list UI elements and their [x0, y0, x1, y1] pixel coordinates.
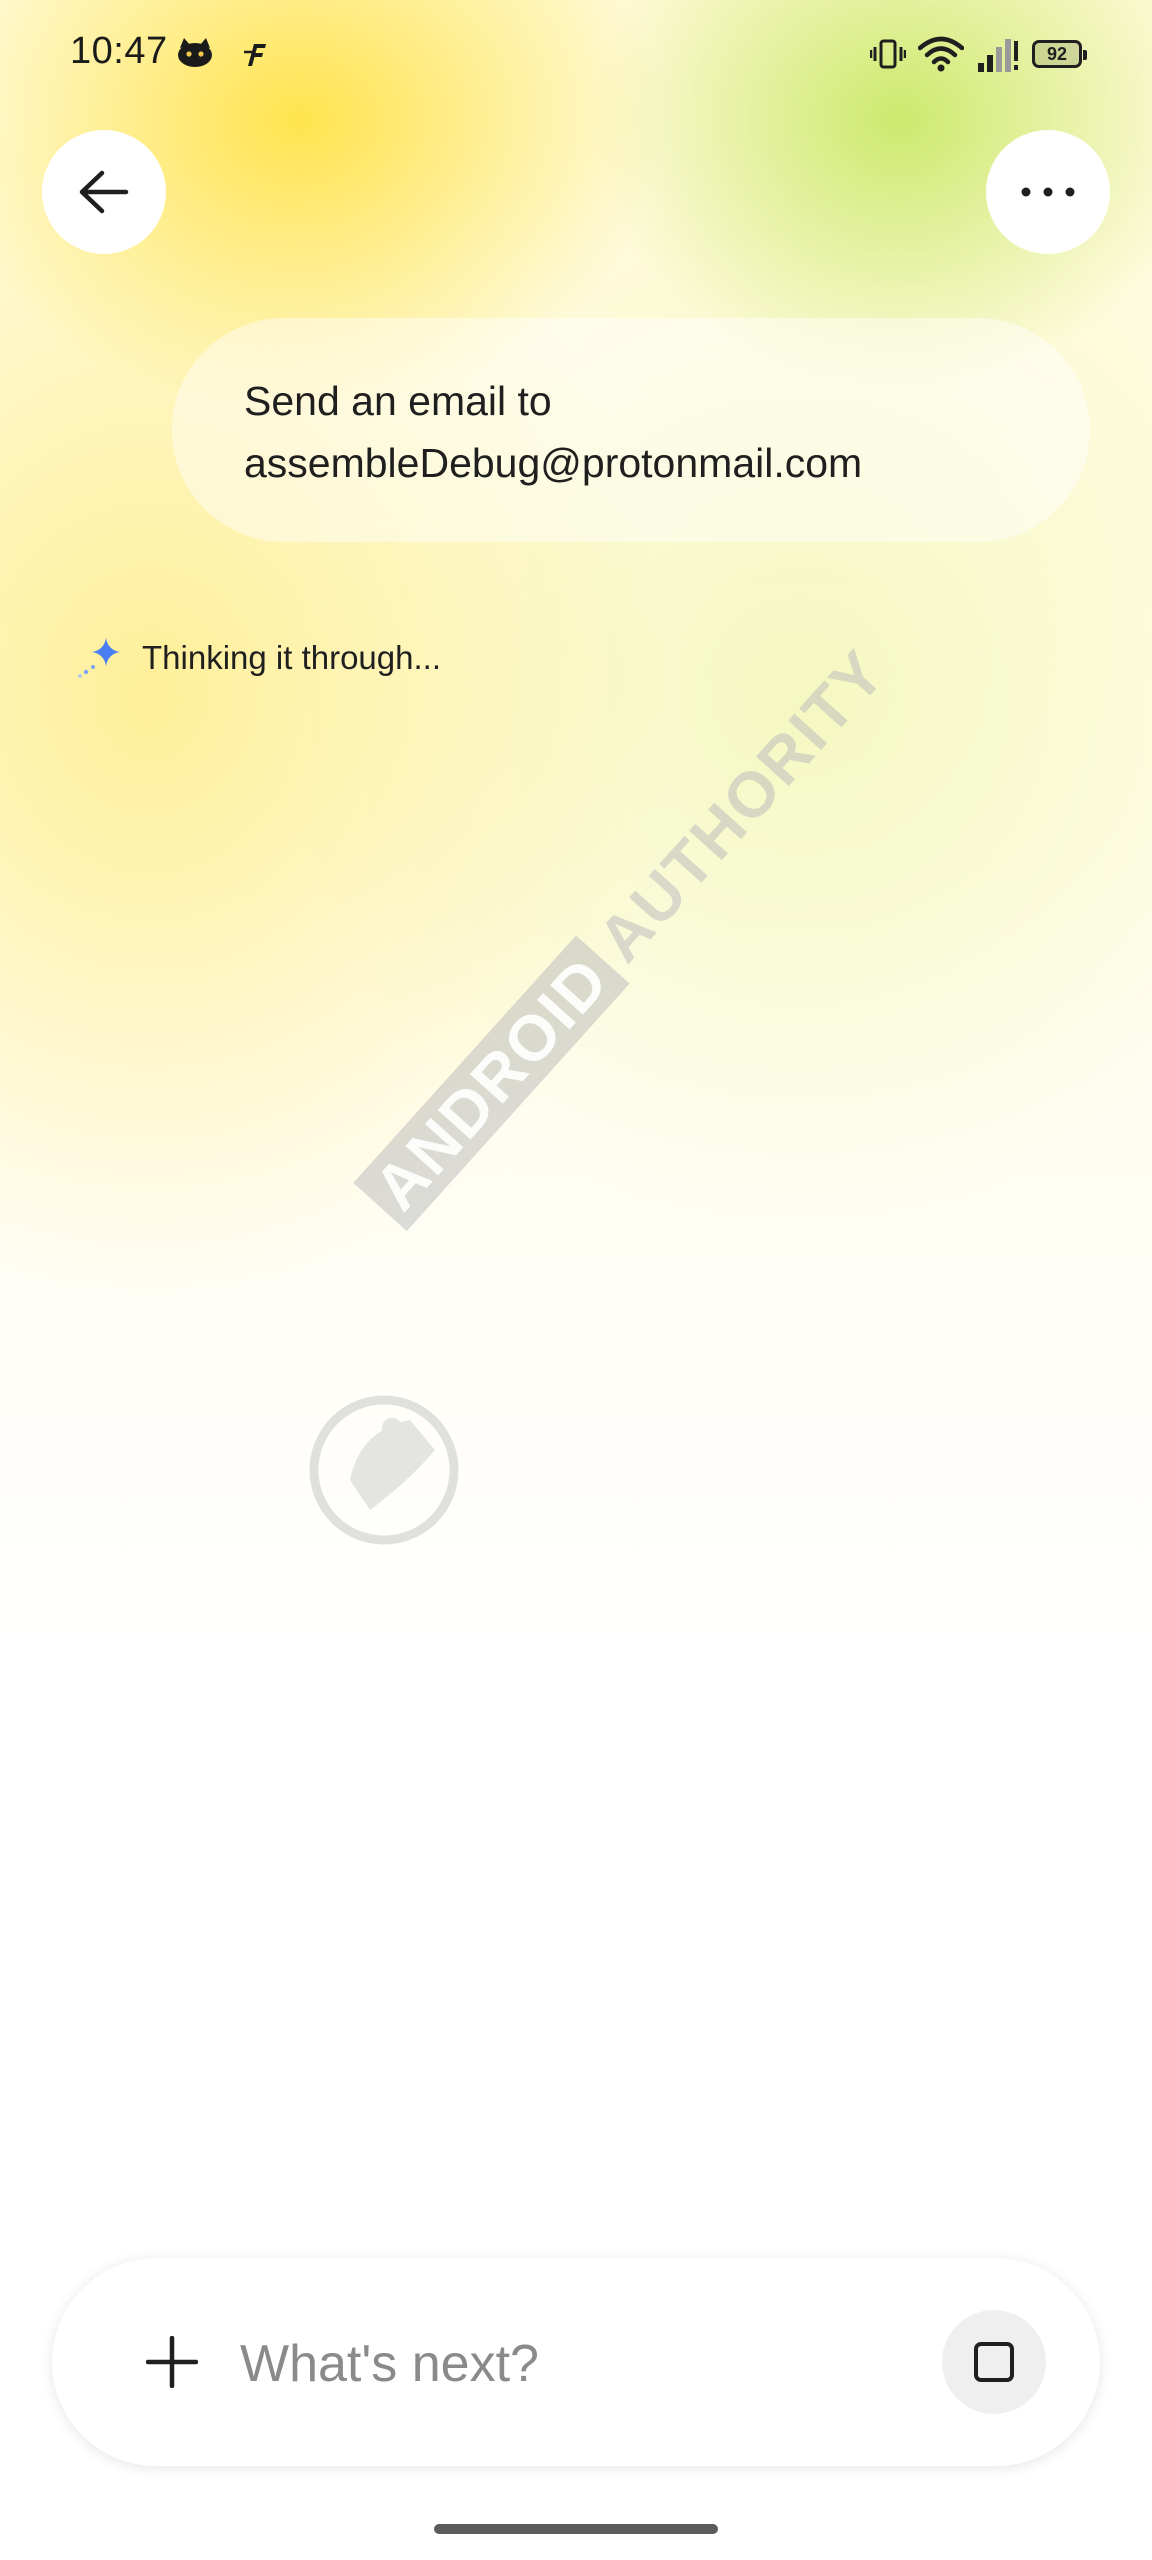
add-attachment-button[interactable]	[122, 2312, 222, 2412]
stop-button[interactable]	[942, 2310, 1046, 2414]
sparkle-icon	[78, 638, 120, 678]
more-horizontal-icon	[1021, 187, 1075, 197]
thinking-status: Thinking it through...	[76, 636, 441, 680]
home-indicator[interactable]	[434, 2524, 718, 2534]
thinking-text: Thinking it through...	[142, 639, 441, 676]
battery-level: 92	[1046, 43, 1068, 64]
status-time: 10:47	[70, 30, 168, 72]
arrow-left-icon	[79, 170, 129, 214]
cell-signal-icon	[978, 39, 1018, 72]
back-button[interactable]	[42, 130, 166, 254]
user-prompt-bubble: Send an email to assembleDebug@protonmai…	[172, 318, 1090, 542]
plus-icon	[146, 2336, 198, 2388]
prompt-input[interactable]	[238, 2318, 942, 2410]
f-app-icon	[244, 44, 266, 66]
status-icons: 92	[870, 34, 1087, 74]
vibrate-icon	[870, 39, 906, 69]
stop-icon	[974, 2342, 1014, 2382]
prompt-input-bar	[52, 2258, 1100, 2466]
status-bar: 10:47 92	[0, 0, 1152, 110]
user-prompt-text: Send an email to assembleDebug@protonmai…	[244, 378, 863, 486]
cat-app-icon	[178, 38, 212, 67]
wifi-icon	[918, 36, 964, 72]
battery-icon: 92	[1032, 40, 1087, 68]
more-options-button[interactable]	[986, 130, 1110, 254]
